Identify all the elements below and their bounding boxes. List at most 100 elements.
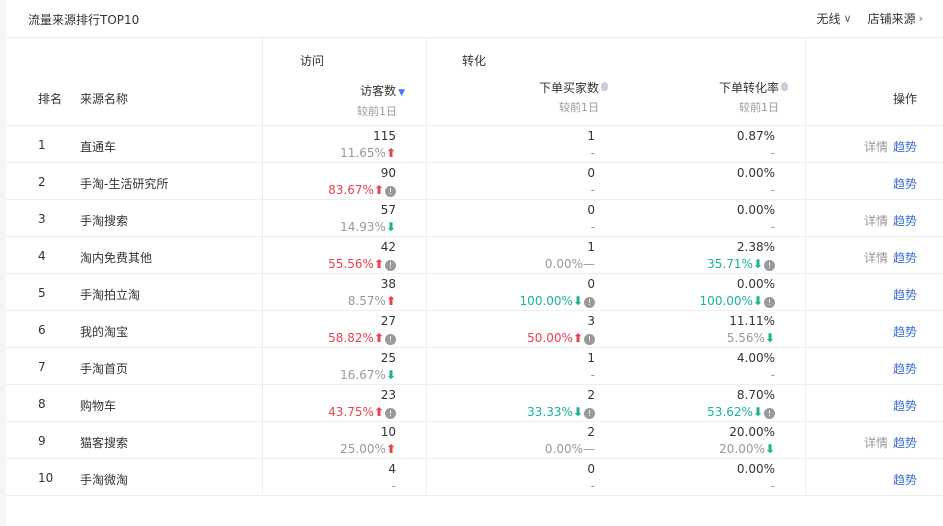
trend-link[interactable]: 趋势 — [893, 286, 917, 303]
detail-link[interactable]: 详情 — [864, 212, 888, 229]
rate-compare: - — [771, 220, 775, 234]
panel-title: 流量来源排行TOP10 — [28, 13, 140, 27]
trend-link[interactable]: 趋势 — [893, 212, 917, 229]
help-icon[interactable]: ! — [385, 408, 396, 419]
buyers-compare: - — [591, 368, 595, 382]
source-name: 手淘-生活研究所 — [80, 177, 169, 191]
row-actions: 趋势 — [893, 323, 917, 340]
help-icon[interactable]: ! — [584, 408, 595, 419]
buyers-value: 1 — [587, 129, 595, 143]
visitors-compare-value: 83.67% — [328, 183, 374, 197]
help-icon[interactable]: ! — [764, 297, 775, 308]
row-actions: 趋势 — [893, 397, 917, 414]
rate-value: 0.00% — [736, 203, 775, 217]
rate-compare: - — [771, 368, 775, 382]
visitors-compare-value: 11.65% — [340, 146, 386, 160]
device-dropdown[interactable]: 无线 ∨ — [817, 10, 852, 27]
trend-link[interactable]: 趋势 — [893, 175, 917, 192]
rate-compare: 5.56%⬇ — [727, 331, 775, 345]
rate-compare-value: - — [770, 220, 775, 234]
shop-source-link[interactable]: 店铺来源 › — [868, 10, 923, 27]
visitors-compare-value: 43.75% — [328, 405, 374, 419]
visitors-compare: 43.75%⬆! — [328, 405, 396, 419]
rate-compare-value: 100.00% — [699, 294, 753, 308]
source-name: 手淘首页 — [80, 362, 129, 376]
table-row: 8 购物车 23 43.75%⬆! 2 33.33%⬇! 8.70% 53.62… — [6, 385, 943, 422]
buyers-value: 0 — [587, 462, 595, 476]
trend-link[interactable]: 趋势 — [893, 397, 917, 414]
rate-compare-value: - — [770, 183, 775, 197]
rank: 4 — [38, 249, 46, 263]
arrow-down-icon: ⬇ — [752, 405, 763, 419]
visitors-compare: 83.67%⬆! — [328, 183, 396, 197]
arrow-up-icon: ⬆ — [373, 183, 384, 197]
visitors-value: 4 — [388, 462, 396, 476]
help-icon[interactable]: ! — [385, 186, 396, 197]
buyers-compare: - — [591, 183, 595, 197]
detail-link[interactable]: 详情 — [864, 434, 888, 451]
help-icon[interactable]: ! — [385, 334, 396, 345]
visitors-value: 42 — [380, 240, 396, 254]
help-icon[interactable]: ! — [584, 297, 595, 308]
shop-source-label: 店铺来源 — [867, 12, 916, 26]
help-icon[interactable]: ! — [764, 260, 775, 271]
source-name: 淘内免费其他 — [80, 251, 153, 265]
visitors-compare: - — [392, 479, 396, 493]
rate-compare-value: - — [770, 146, 775, 160]
buyers-compare: - — [591, 220, 595, 234]
detail-link[interactable]: 详情 — [864, 249, 888, 266]
arrow-up-icon: ⬆ — [385, 442, 396, 456]
visitors-value: 10 — [380, 425, 396, 439]
buyers-compare-value: 100.00% — [519, 294, 573, 308]
help-icon[interactable]: ! — [385, 260, 396, 271]
group-visit-label: 访问 — [300, 54, 325, 68]
source-name: 手淘微淘 — [80, 473, 129, 487]
arrow-down-icon: ⬇ — [572, 405, 583, 419]
rate-value: 0.87% — [736, 129, 775, 143]
trend-link[interactable]: 趋势 — [893, 249, 917, 266]
col-buyers-header[interactable]: 下单买家数 — [539, 79, 608, 96]
buyers-compare: 0.00%— — [545, 257, 595, 271]
col-visitors-sort[interactable]: 访客数 ▼ — [360, 82, 405, 99]
rate-compare: 53.62%⬇! — [707, 405, 775, 419]
table-row: 6 我的淘宝 27 58.82%⬆! 3 50.00%⬆! 11.11% 5.5… — [6, 311, 943, 348]
buyers-value: 0 — [587, 166, 595, 180]
trend-link[interactable]: 趋势 — [893, 434, 917, 451]
info-icon — [601, 82, 608, 91]
arrow-up-icon: ⬆ — [572, 331, 583, 345]
help-icon[interactable]: ! — [584, 334, 595, 345]
rank: 2 — [38, 175, 46, 189]
col-rate-header[interactable]: 下单转化率 — [719, 79, 788, 96]
buyers-value: 1 — [587, 240, 595, 254]
visitors-value: 115 — [373, 129, 396, 143]
arrow-up-icon: ⬆ — [385, 146, 396, 160]
buyers-compare: 100.00%⬇! — [520, 294, 595, 308]
rank: 5 — [38, 286, 46, 300]
buyers-compare-value: - — [590, 220, 595, 234]
col-rank: 排名 — [38, 92, 63, 106]
table-row: 2 手淘-生活研究所 90 83.67%⬆! 0 - 0.00% - 趋势 — [6, 163, 943, 200]
visitors-value: 25 — [380, 351, 396, 365]
panel-header: 流量来源排行TOP10 无线 ∨ 店铺来源 › — [6, 0, 943, 38]
trend-link[interactable]: 趋势 — [893, 471, 917, 488]
detail-link[interactable]: 详情 — [864, 138, 888, 155]
trend-link[interactable]: 趋势 — [893, 360, 917, 377]
trend-link[interactable]: 趋势 — [893, 323, 917, 340]
row-actions: 趋势 — [893, 286, 917, 303]
traffic-source-panel: 流量来源排行TOP10 无线 ∨ 店铺来源 › 访问 转化 排名 来源名称 访客… — [6, 0, 943, 526]
visitors-value: 90 — [380, 166, 396, 180]
col-visitors: 访客数 — [360, 84, 397, 98]
buyers-compare-value: 0.00% — [544, 257, 583, 271]
trend-link[interactable]: 趋势 — [893, 138, 917, 155]
buyers-value: 2 — [587, 425, 595, 439]
help-icon[interactable]: ! — [764, 408, 775, 419]
arrow-down-icon: ⬇ — [764, 442, 775, 456]
rate-value: 0.00% — [736, 462, 775, 476]
arrow-up-icon: ⬆ — [373, 257, 384, 271]
arrow-down-icon: ⬇ — [764, 331, 775, 345]
arrow-down-icon: ⬇ — [385, 220, 396, 234]
visitors-compare-value: 25.00% — [340, 442, 386, 456]
source-name: 直通车 — [80, 140, 117, 154]
visitors-compare-value: 8.57% — [347, 294, 386, 308]
rank: 3 — [38, 212, 46, 226]
